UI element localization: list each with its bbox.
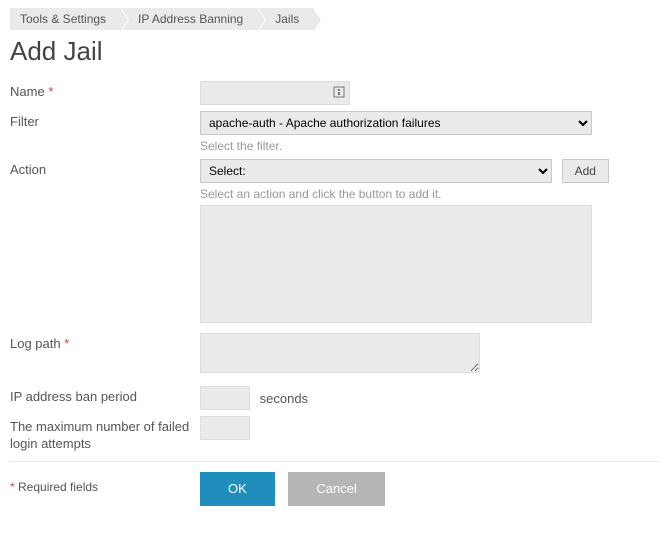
filter-select[interactable]: apache-auth - Apache authorization failu…: [200, 111, 592, 135]
action-hint: Select an action and click the button to…: [200, 187, 660, 201]
cancel-button[interactable]: Cancel: [288, 472, 384, 506]
ok-button[interactable]: OK: [200, 472, 275, 506]
action-label: Action: [10, 159, 200, 179]
name-label: Name *: [10, 81, 200, 101]
ban-period-label: IP address ban period: [10, 386, 200, 406]
divider: [10, 461, 660, 462]
action-select[interactable]: Select:: [200, 159, 552, 183]
breadcrumb-tools-settings[interactable]: Tools & Settings: [10, 8, 120, 30]
max-attempts-input[interactable]: [200, 416, 250, 440]
ban-period-unit: seconds: [260, 391, 308, 406]
page-title: Add Jail: [10, 36, 660, 67]
filter-hint: Select the filter.: [200, 139, 660, 153]
name-input[interactable]: [200, 81, 350, 105]
logpath-input[interactable]: [200, 333, 480, 373]
breadcrumb-ip-address-banning[interactable]: IP Address Banning: [120, 8, 257, 30]
actions-list-area: [200, 205, 592, 323]
form-field-icon: [332, 85, 346, 99]
logpath-label: Log path *: [10, 333, 200, 353]
breadcrumb: Tools & Settings IP Address Banning Jail…: [10, 8, 660, 30]
max-attempts-label: The maximum number of failed login attem…: [10, 416, 200, 453]
filter-label: Filter: [10, 111, 200, 131]
ban-period-input[interactable]: [200, 386, 250, 410]
required-fields-note: * Required fields: [10, 472, 200, 494]
add-action-button[interactable]: Add: [562, 159, 609, 183]
